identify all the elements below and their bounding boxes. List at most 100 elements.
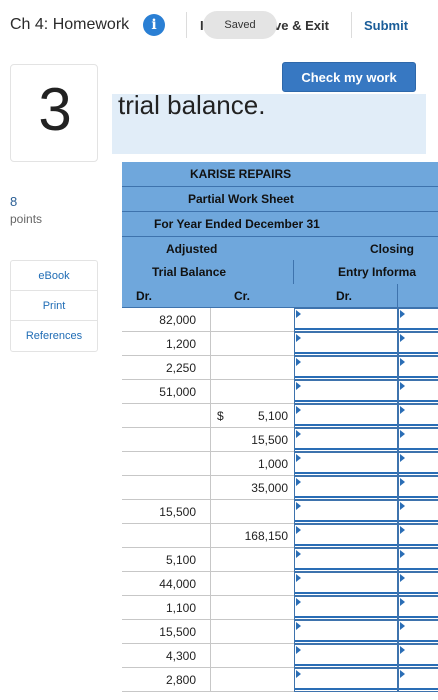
trial-balance-credit-cell: 168,150 [210,524,292,548]
trial-balance-credit-cell [210,644,292,668]
cr-label: Cr. [234,289,251,303]
table-row: 15,500 [122,620,438,644]
adjusted-label: Adjusted [166,242,218,256]
instruction-text: trial balance. [118,94,266,120]
trial-balance-credit-cell: 35,000 [210,476,292,500]
table-row: 15,500 [122,500,438,524]
closing-entry-credit-input[interactable] [398,404,438,428]
closing-entry-credit-input[interactable] [398,668,438,692]
trial-balance-debit-cell [122,524,210,548]
print-link[interactable]: Print [11,291,97,321]
dr-label-closing: Dr. [336,289,353,303]
side-links-panel: eBook Print References [10,260,98,352]
trial-balance-debit-cell: 82,000 [159,313,196,327]
column-divider [397,284,398,308]
trial-balance-debit-cell: 2,800 [165,673,196,687]
closing-entry-credit-input[interactable] [398,548,438,572]
table-row: 5,100 [122,548,438,572]
closing-entry-credit-input[interactable] [398,308,438,332]
closing-entry-debit-input[interactable] [294,428,398,452]
closing-label: Closing [370,242,414,256]
trial-balance-debit-cell: 4,300 [165,649,196,663]
closing-entry-debit-input[interactable] [294,596,398,620]
closing-entry-credit-input[interactable] [398,380,438,404]
references-link[interactable]: References [11,321,97,351]
credit-value: 5,100 [257,409,288,423]
closing-entry-debit-input[interactable] [294,524,398,548]
closing-entry-credit-input[interactable] [398,356,438,380]
closing-entry-debit-input[interactable] [294,332,398,356]
header-divider-2 [351,12,352,38]
trial-balance-credit-cell [210,332,292,356]
question-number-card: 3 [10,64,98,162]
trial-balance-debit-cell: 2,250 [165,361,196,375]
closing-entry-debit-input[interactable] [294,500,398,524]
trial-balance-grid: 82,000 1,200 2,250 51,000 $5,100 15,500 1,000 3… [122,308,438,692]
sheet-period: For Year Ended December 31 [154,217,320,231]
closing-entry-debit-input[interactable] [294,476,398,500]
trial-balance-credit-cell: $5,100 [210,404,292,428]
closing-entry-debit-input[interactable] [294,668,398,692]
closing-entry-debit-input[interactable] [294,620,398,644]
closing-entry-credit-input[interactable] [398,572,438,596]
closing-entry-credit-input[interactable] [398,644,438,668]
trial-balance-credit-cell [210,572,292,596]
sheet-band-title: Partial Work Sheet [122,187,438,211]
trial-balance-debit-cell: 44,000 [159,577,196,591]
points-label: points [10,212,43,226]
partial-work-sheet: KARISE REPAIRS Partial Work Sheet For Ye… [122,162,438,693]
closing-entry-debit-input[interactable] [294,308,398,332]
closing-entry-debit-input[interactable] [294,404,398,428]
check-my-work-button[interactable]: Check my work [282,62,416,92]
trial-balance-credit-cell [210,356,292,380]
trial-balance-debit-cell [122,452,210,476]
table-row: 2,800 [122,668,438,692]
question-number: 3 [38,76,72,143]
table-row: 1,100 [122,596,438,620]
credit-value: 35,000 [251,481,288,495]
trial-balance-debit-cell [122,404,210,428]
sheet-band-col-head-1: Adjusted Closing [122,237,438,261]
trial-balance-credit-cell: 1,000 [210,452,292,476]
assignment-header: Ch 4: Homework i I ve & Exit Saved Submi… [0,0,438,50]
table-row: 1,200 [122,332,438,356]
closing-entry-credit-input[interactable] [398,524,438,548]
closing-entry-debit-input[interactable] [294,572,398,596]
header-divider [186,12,187,38]
trial-balance-debit-cell: 51,000 [159,385,196,399]
closing-entry-credit-input[interactable] [398,596,438,620]
closing-entry-credit-input[interactable] [398,452,438,476]
closing-entry-debit-input[interactable] [294,356,398,380]
table-row: 15,500 [122,428,438,452]
table-row: 2,250 [122,356,438,380]
trial-balance-credit-cell [210,668,292,692]
closing-entry-credit-input[interactable] [398,500,438,524]
instruction-box: trial balance. [112,94,426,154]
table-row: 82,000 [122,308,438,332]
closing-entry-credit-input[interactable] [398,332,438,356]
table-row: 51,000 [122,380,438,404]
closing-entry-credit-input[interactable] [398,476,438,500]
table-row: 35,000 [122,476,438,500]
info-icon[interactable]: i [143,14,165,36]
closing-entry-debit-input[interactable] [294,644,398,668]
sheet-title: Partial Work Sheet [188,192,294,206]
trial-balance-credit-cell [210,380,292,404]
closing-entry-debit-input[interactable] [294,380,398,404]
credit-value: 168,150 [244,529,288,543]
closing-entry-credit-input[interactable] [398,620,438,644]
closing-entry-debit-input[interactable] [294,452,398,476]
submit-button[interactable]: Submit [364,18,408,33]
credit-value: 1,000 [257,457,288,471]
trial-balance-credit-cell [210,548,292,572]
closing-entry-debit-input[interactable] [294,548,398,572]
sheet-band-period: For Year Ended December 31 [122,212,438,236]
save-exit-button[interactable]: ve & Exit [274,18,329,33]
ebook-link[interactable]: eBook [11,261,97,291]
trial-balance-credit-cell [210,620,292,644]
closing-entry-credit-input[interactable] [398,428,438,452]
trial-balance-label: Trial Balance [152,265,227,279]
dr-label: Dr. [136,289,153,303]
trial-balance-debit-cell: 15,500 [159,505,196,519]
saved-toast: Saved [203,11,277,39]
